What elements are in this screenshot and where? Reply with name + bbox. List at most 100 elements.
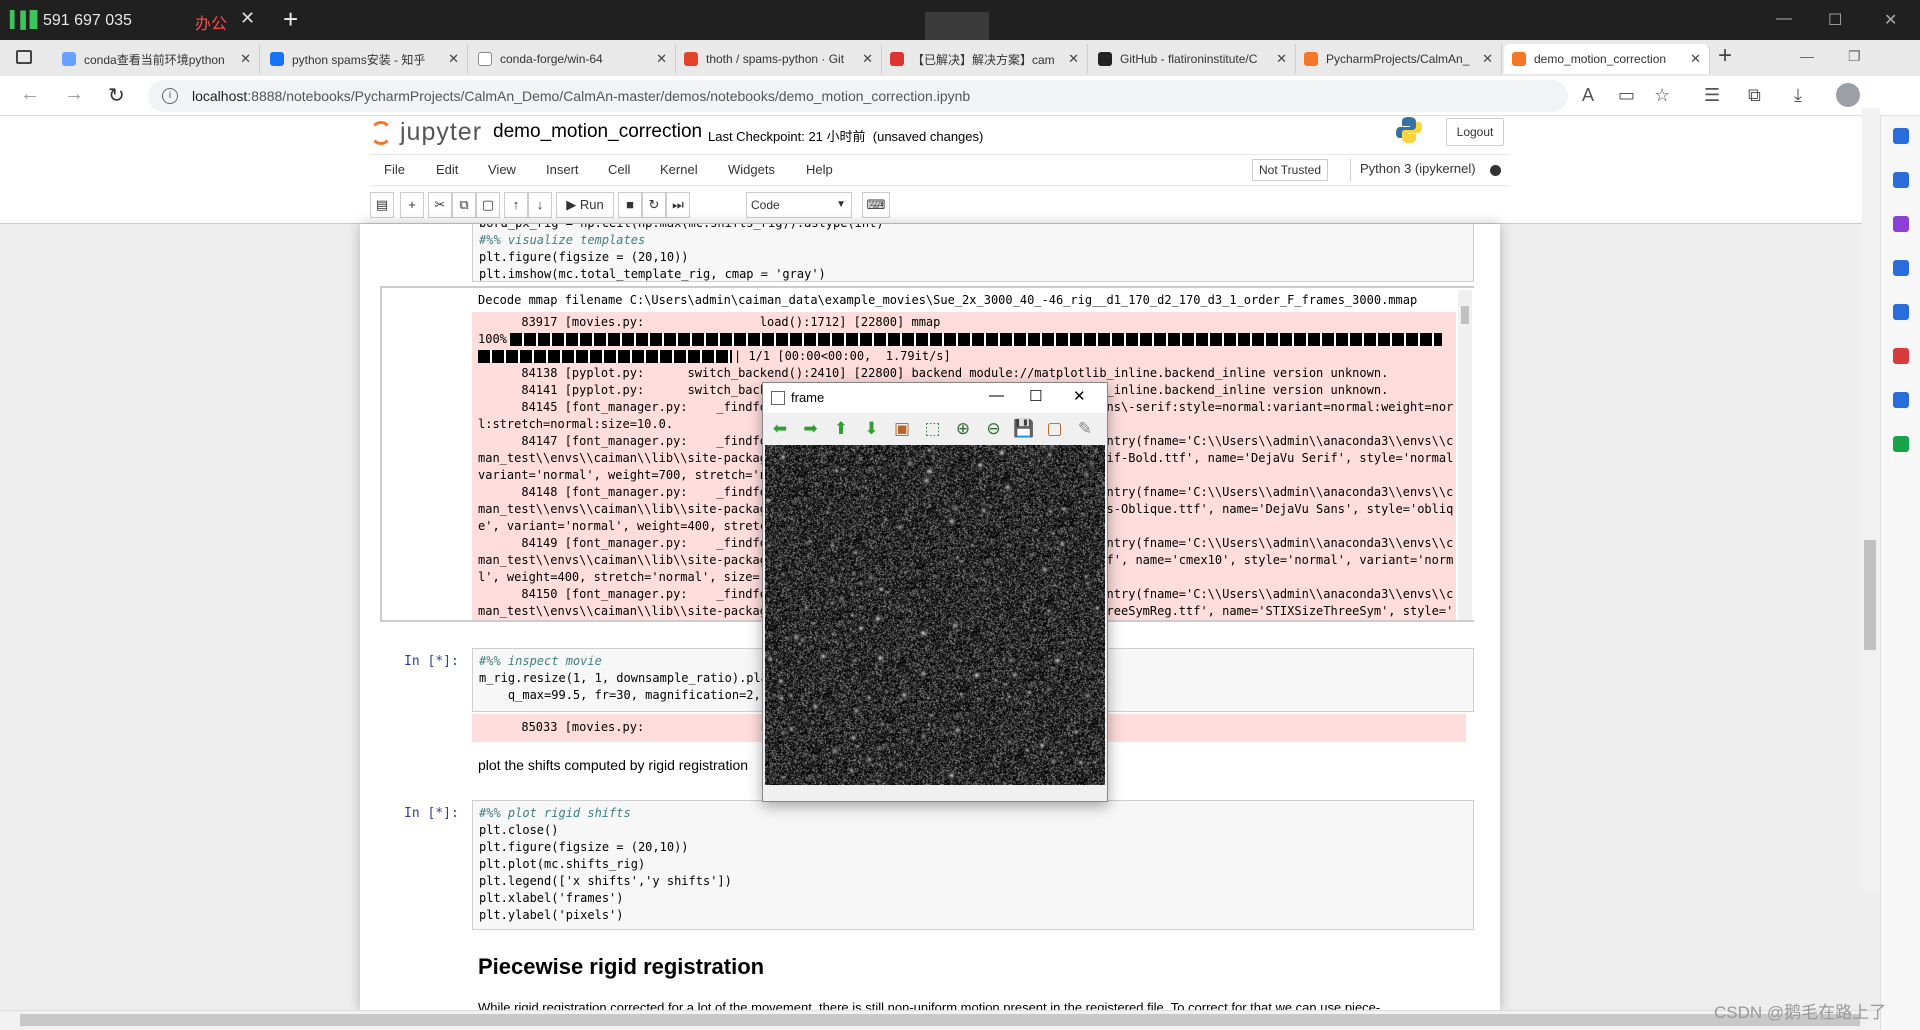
- tab-close-icon[interactable]: ✕: [1276, 51, 1287, 67]
- browser-tab[interactable]: GitHub - flatironinstitute/C ✕: [1090, 44, 1296, 74]
- tab-close-icon[interactable]: ✕: [656, 51, 667, 67]
- jupyter-logo-icon: [370, 120, 392, 145]
- frame-tool-icon[interactable]: ⊖: [983, 419, 1005, 439]
- window-close-button[interactable]: ✕: [1884, 10, 1897, 30]
- frame-title: frame: [791, 390, 825, 405]
- command-palette-button[interactable]: ⌨: [862, 192, 890, 218]
- move-up-button[interactable]: ↑: [504, 192, 528, 218]
- notebook-title[interactable]: demo_motion_correction: [493, 121, 702, 143]
- paste-button[interactable]: ▢: [476, 192, 500, 218]
- code-cell-1[interactable]: bord_px_rig = np.ceil(np.max(mc.shifts_r…: [472, 224, 1474, 282]
- frame-minimize-button[interactable]: —: [989, 387, 1004, 404]
- restart-run-all-button[interactable]: ⏭: [666, 192, 690, 218]
- window-minimize-button[interactable]: —: [1776, 10, 1792, 28]
- cut-button[interactable]: ✂: [428, 192, 452, 218]
- sidebar-add-icon[interactable]: [1893, 436, 1909, 452]
- frame-tool-icon[interactable]: 💾: [1013, 419, 1035, 439]
- logout-button[interactable]: Logout: [1446, 118, 1504, 146]
- browser-minimize-button[interactable]: —: [1800, 48, 1814, 64]
- frame-tool-icon[interactable]: ▣: [891, 419, 913, 439]
- frame-tool-icon[interactable]: ⬅: [769, 419, 791, 439]
- tab-actions-icon[interactable]: [16, 50, 32, 64]
- progress-suffix: | 1/1 [00:00<00:00, 1.79it/s]: [734, 349, 951, 363]
- frame-tool-icon[interactable]: ▢: [1044, 419, 1066, 439]
- horizontal-scroll-thumb[interactable]: [20, 1014, 1860, 1026]
- window-maximize-button[interactable]: ☐: [1828, 10, 1842, 30]
- move-down-button[interactable]: ↓: [528, 192, 552, 218]
- browser-tab[interactable]: conda-forge/win-64 ✕: [470, 44, 676, 74]
- sidebar-games-icon[interactable]: [1893, 304, 1909, 320]
- sidebar-outlook-icon[interactable]: [1893, 392, 1909, 408]
- tab-close-icon[interactable]: ✕: [240, 51, 251, 67]
- code-cell-3[interactable]: #%% plot rigid shifts plt.close() plt.figu…: [472, 800, 1474, 930]
- frame-close-button[interactable]: ✕: [1073, 387, 1086, 405]
- browser-tab[interactable]: PycharmProjects/CalmAn_ ✕: [1296, 44, 1502, 74]
- forward-button[interactable]: →: [64, 83, 84, 106]
- browser-tab[interactable]: thoth / spams-python · Git ✕: [676, 44, 882, 74]
- reader-view-icon[interactable]: ▭: [1618, 85, 1635, 106]
- app-tab-label[interactable]: 办公: [195, 10, 227, 34]
- frame-tool-icon[interactable]: ⬇: [861, 419, 883, 439]
- kernel-name[interactable]: Python 3 (ipykernel): [1360, 161, 1476, 176]
- menu-view[interactable]: View: [488, 162, 516, 177]
- page-scroll-thumb[interactable]: [1864, 540, 1876, 650]
- tab-close-icon[interactable]: ✕: [1482, 51, 1493, 67]
- insert-cell-button[interactable]: +: [400, 192, 424, 218]
- read-aloud-icon[interactable]: A: [1582, 85, 1594, 106]
- copy-button[interactable]: ⧉: [452, 192, 476, 218]
- frame-tool-icon[interactable]: ✎: [1074, 419, 1096, 439]
- new-tab-button[interactable]: +: [1718, 42, 1732, 70]
- frame-titlebar[interactable]: frame — ☐ ✕: [763, 383, 1107, 413]
- browser-tab[interactable]: 【已解决】解决方案】cam ✕: [882, 44, 1088, 74]
- frame-window[interactable]: frame — ☐ ✕ ⬅ ➡ ⬆ ⬇ ▣ ⬚ ⊕ ⊖ 💾 ▢ ✎: [762, 382, 1108, 802]
- app-tab-close-icon[interactable]: ✕: [240, 8, 255, 29]
- restart-button[interactable]: ↻: [642, 192, 666, 218]
- output-scrollbar[interactable]: [1458, 290, 1472, 620]
- cell-type-select[interactable]: Code ▼: [746, 192, 852, 218]
- frame-tool-icon[interactable]: ➡: [800, 419, 822, 439]
- browser-tab[interactable]: python spams安装 - 知乎 ✕: [262, 44, 468, 74]
- browser-restore-button[interactable]: ❐: [1848, 48, 1861, 65]
- reload-button[interactable]: ↻: [108, 83, 125, 108]
- tab-close-icon[interactable]: ✕: [862, 51, 873, 67]
- sidebar-office-icon[interactable]: [1893, 348, 1909, 364]
- menu-kernel[interactable]: Kernel: [660, 162, 698, 177]
- save-button[interactable]: ▤: [370, 192, 394, 218]
- sidebar-tools-icon[interactable]: [1893, 260, 1909, 276]
- sidebar-discover-icon[interactable]: [1893, 172, 1909, 188]
- downloads-icon[interactable]: ⤓: [1794, 85, 1802, 106]
- menu-edit[interactable]: Edit: [436, 162, 458, 177]
- favorite-star-icon[interactable]: ☆: [1654, 85, 1670, 106]
- address-bar[interactable]: i localhost:8888/notebooks/PycharmProjec…: [148, 80, 1568, 112]
- not-trusted-button[interactable]: Not Trusted: [1252, 159, 1329, 181]
- tab-close-icon[interactable]: ✕: [1690, 51, 1701, 67]
- menu-help[interactable]: Help: [806, 162, 833, 177]
- frame-maximize-button[interactable]: ☐: [1029, 387, 1042, 405]
- markdown-text-1: plot the shifts computed by rigid regist…: [478, 757, 749, 773]
- frame-tool-icon[interactable]: ⬆: [830, 419, 852, 439]
- favorites-list-icon[interactable]: ☰: [1704, 85, 1720, 106]
- sidebar-search-icon[interactable]: [1893, 128, 1909, 144]
- menu-file[interactable]: File: [384, 162, 405, 177]
- collections-icon[interactable]: ⧉: [1748, 85, 1761, 106]
- tab-close-icon[interactable]: ✕: [448, 51, 459, 67]
- browser-tab[interactable]: demo_motion_correction ✕: [1504, 44, 1710, 74]
- browser-tab[interactable]: conda查看当前环境python ✕: [54, 44, 260, 74]
- tab-close-icon[interactable]: ✕: [1068, 51, 1079, 67]
- site-info-icon[interactable]: i: [162, 88, 178, 104]
- page-vertical-scrollbar[interactable]: [1862, 108, 1880, 894]
- menu-insert[interactable]: Insert: [546, 162, 579, 177]
- decode-message: Decode mmap filename C:\Users\admin\caim…: [478, 293, 1418, 307]
- frame-tool-icon[interactable]: ⊕: [952, 419, 974, 439]
- run-button[interactable]: ▶ Run: [556, 192, 614, 218]
- jupyter-logo[interactable]: jupyter: [370, 118, 482, 147]
- sidebar-shopping-icon[interactable]: [1893, 216, 1909, 232]
- tab-favicon-icon: [684, 52, 698, 66]
- app-new-tab-button[interactable]: +: [283, 4, 298, 35]
- back-button[interactable]: ←: [20, 83, 40, 106]
- menu-widgets[interactable]: Widgets: [728, 162, 775, 177]
- profile-avatar[interactable]: [1836, 83, 1860, 107]
- menu-cell[interactable]: Cell: [608, 162, 630, 177]
- frame-tool-icon[interactable]: ⬚: [922, 419, 944, 439]
- interrupt-button[interactable]: ■: [618, 192, 642, 218]
